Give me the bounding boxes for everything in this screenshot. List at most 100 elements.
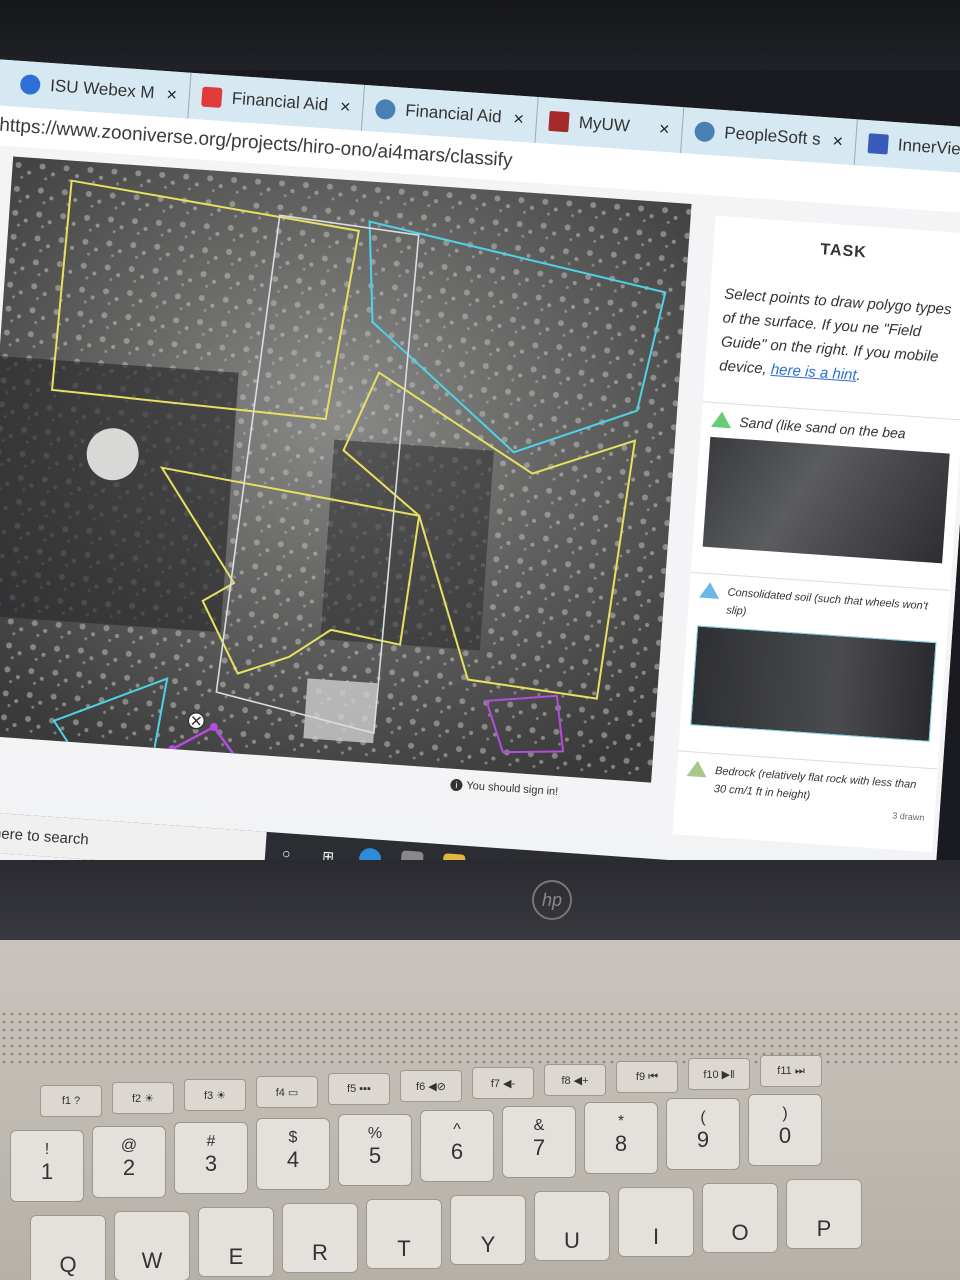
number-key[interactable]: (9	[666, 1098, 740, 1170]
key-label: 0	[778, 1123, 792, 1148]
function-key[interactable]: f11 ⏭	[760, 1055, 822, 1087]
number-key[interactable]: % 5	[338, 1114, 412, 1186]
close-icon[interactable]: ×	[658, 118, 670, 140]
key-label: 6	[450, 1139, 464, 1164]
number-key[interactable]: ^ 6	[420, 1110, 494, 1182]
key-shift-label: $	[288, 1129, 298, 1146]
function-key[interactable]: f2 ☀	[112, 1082, 174, 1114]
tab-label: ISU Webex M	[49, 75, 156, 103]
function-key[interactable]: f4 ▭	[256, 1076, 318, 1108]
tab-label: InnerView	[897, 135, 960, 160]
info-icon: i	[450, 778, 463, 792]
key-label: 3	[204, 1151, 218, 1176]
subject-image-canvas[interactable]	[0, 156, 692, 783]
function-key[interactable]: f3 ☀	[184, 1079, 246, 1111]
instructions-text: Select points to draw polygo types of th…	[718, 285, 953, 378]
number-key[interactable]: $4	[256, 1118, 330, 1190]
globe-icon	[693, 121, 716, 143]
key-shift-label: ^	[453, 1121, 461, 1138]
tab-label: PeopleSoft s	[723, 123, 822, 149]
key-shift-label: #	[206, 1133, 216, 1150]
sand-example-image	[702, 436, 950, 564]
option-consolidated-soil[interactable]: Consolidated soil (such that wheels won'…	[679, 571, 951, 751]
key-label: 2	[122, 1155, 136, 1180]
letter-key[interactable]: R	[282, 1203, 358, 1273]
tab-label: Financial Aid	[404, 100, 503, 127]
polygon-vertex[interactable]	[232, 754, 241, 763]
letter-key[interactable]: P	[786, 1179, 862, 1249]
soil-example-image	[690, 625, 937, 742]
adobe-icon	[201, 86, 223, 108]
sign-in-text: You should sign in!	[466, 779, 559, 799]
hint-suffix: .	[855, 366, 862, 385]
tab-label: Financial Aid	[231, 88, 329, 115]
number-key[interactable]: & 7	[502, 1106, 576, 1178]
laptop-screen: ISU Webex M × Financial Aid × Financial …	[0, 58, 960, 927]
rover-part	[303, 678, 378, 744]
number-key[interactable]: @2	[92, 1126, 166, 1198]
task-panel: TASK Select points to draw polygo types …	[672, 215, 960, 853]
key-shift-label: )	[782, 1105, 788, 1122]
number-key[interactable]: ! 1	[10, 1130, 84, 1202]
letter-key[interactable]: Q	[30, 1215, 106, 1280]
soil-tool-icon	[699, 581, 721, 599]
rover-shadow	[320, 439, 494, 651]
key-shift-label: @	[120, 1137, 138, 1154]
letter-key[interactable]: E	[198, 1207, 274, 1277]
tab-label: MyUW	[578, 112, 631, 136]
laptop-bezel	[0, 0, 960, 70]
letter-key[interactable]: U	[534, 1191, 610, 1261]
photo-stage: ISU Webex M × Financial Aid × Financial …	[0, 0, 960, 1280]
key-label: 8	[614, 1131, 628, 1156]
key-label: 1	[40, 1159, 54, 1184]
option-sand[interactable]: Sand (like sand on the bea	[692, 401, 960, 573]
option-label: Sand (like sand on the bea	[738, 413, 907, 442]
innerview-icon	[867, 133, 889, 155]
key-shift-label: &	[533, 1117, 545, 1134]
laptop-lid-bottom	[0, 860, 960, 950]
letter-key[interactable]: W	[114, 1211, 190, 1280]
function-key[interactable]: f5 ▪▪▪	[328, 1073, 390, 1105]
number-key[interactable]: ) 0	[748, 1094, 822, 1166]
globe-icon	[374, 98, 397, 121]
close-icon[interactable]: ×	[513, 108, 525, 130]
key-shift-label: !	[44, 1141, 50, 1158]
function-key[interactable]: f10 ▶‖	[688, 1058, 750, 1090]
function-key[interactable]: f9 ⏮	[616, 1061, 678, 1093]
function-key[interactable]: f6 ◀⊘	[400, 1070, 462, 1102]
classify-page: i You should sign in! TASK Select points …	[0, 143, 960, 853]
letter-key[interactable]: Y	[450, 1195, 526, 1265]
w-logo-icon	[548, 110, 570, 133]
bedrock-tool-icon	[686, 760, 708, 778]
number-key[interactable]: * 8	[584, 1102, 658, 1174]
option-label: Consolidated soil (such that wheels won'…	[725, 586, 929, 618]
key-label: 7	[532, 1135, 546, 1160]
mars-terrain-image[interactable]	[0, 156, 692, 783]
letter-key[interactable]: T	[366, 1199, 442, 1269]
key-label: 4	[286, 1147, 300, 1172]
number-key[interactable]: #3	[174, 1122, 248, 1194]
webex-icon	[19, 73, 41, 96]
search-placeholder: Type here to search	[0, 822, 90, 848]
hp-logo: hp	[532, 880, 572, 920]
key-shift-label: (	[700, 1109, 706, 1126]
task-heading: TASK	[819, 241, 868, 262]
function-key[interactable]: f1 ?	[40, 1085, 102, 1117]
key-shift-label: %	[367, 1125, 383, 1142]
task-instructions: Select points to draw polygo types of th…	[718, 283, 960, 395]
key-label: 5	[368, 1143, 382, 1168]
sand-tool-icon	[711, 410, 733, 429]
close-icon[interactable]: ×	[166, 84, 178, 106]
letter-key[interactable]: I	[618, 1187, 694, 1257]
close-icon[interactable]: ×	[832, 130, 844, 152]
hint-link[interactable]: here is a hint	[770, 361, 857, 384]
close-icon[interactable]: ×	[339, 96, 351, 118]
key-label: 9	[696, 1127, 710, 1152]
letter-key[interactable]: O	[702, 1183, 778, 1253]
sign-in-notice[interactable]: i You should sign in!	[450, 778, 559, 799]
option-label: Bedrock (relatively flat rock with less …	[713, 765, 917, 802]
option-bedrock[interactable]: Bedrock (relatively flat rock with less …	[674, 750, 938, 823]
function-key[interactable]: f7 ◀-	[472, 1067, 534, 1099]
function-key[interactable]: f8 ◀+	[544, 1064, 606, 1096]
key-shift-label: *	[617, 1113, 625, 1130]
